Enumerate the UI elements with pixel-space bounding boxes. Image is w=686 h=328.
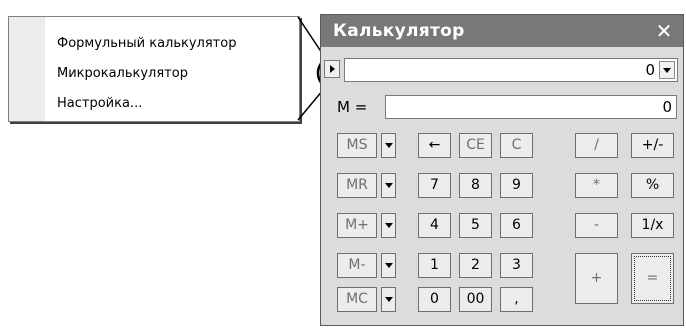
- display-value: 0: [645, 61, 655, 79]
- mr-button[interactable]: MR: [337, 173, 377, 198]
- memory-value: 0: [662, 98, 672, 116]
- memory-field: 0: [385, 95, 677, 119]
- reciprocal-button[interactable]: 1/x: [631, 213, 674, 238]
- digit-8-button[interactable]: 8: [459, 173, 492, 198]
- mc-button[interactable]: MC: [337, 287, 377, 312]
- equals-button[interactable]: =: [631, 253, 674, 304]
- m-plus-button[interactable]: M+: [337, 213, 377, 238]
- display-dropdown-button[interactable]: [659, 61, 675, 79]
- sign-toggle-button[interactable]: +/-: [631, 133, 674, 158]
- digit-6-button[interactable]: 6: [500, 213, 533, 238]
- m-minus-dropdown-button[interactable]: [381, 253, 396, 278]
- c-button[interactable]: C: [500, 133, 533, 158]
- display-row: 0: [324, 57, 680, 87]
- title-bar: Калькулятор ✕: [321, 15, 683, 47]
- ce-button[interactable]: CE: [459, 133, 492, 158]
- ms-dropdown-button[interactable]: [381, 133, 396, 158]
- calculator-window: Калькулятор ✕ 0 M = 0 MS MR M+ M- MC ← C…: [320, 14, 684, 326]
- digit-7-button[interactable]: 7: [418, 173, 451, 198]
- window-title: Калькулятор: [333, 21, 465, 41]
- expand-arrow-button[interactable]: [324, 60, 340, 78]
- decimal-comma-button[interactable]: ,: [500, 287, 533, 312]
- digit-1-button[interactable]: 1: [418, 253, 451, 278]
- add-button[interactable]: +: [575, 253, 618, 304]
- digit-5-button[interactable]: 5: [459, 213, 492, 238]
- m-minus-button[interactable]: M-: [337, 253, 377, 278]
- digit-0-button[interactable]: 0: [418, 287, 451, 312]
- digit-3-button[interactable]: 3: [500, 253, 533, 278]
- mr-dropdown-button[interactable]: [381, 173, 396, 198]
- mc-dropdown-button[interactable]: [381, 287, 396, 312]
- double-zero-button[interactable]: 00: [459, 287, 492, 312]
- digit-4-button[interactable]: 4: [418, 213, 451, 238]
- divide-button[interactable]: /: [575, 133, 618, 158]
- close-icon[interactable]: ✕: [653, 19, 675, 43]
- digit-9-button[interactable]: 9: [500, 173, 533, 198]
- subtract-button[interactable]: -: [575, 213, 618, 238]
- backspace-button[interactable]: ←: [418, 133, 451, 158]
- m-plus-dropdown-button[interactable]: [381, 213, 396, 238]
- ms-button[interactable]: MS: [337, 133, 377, 158]
- digit-2-button[interactable]: 2: [459, 253, 492, 278]
- multiply-button[interactable]: *: [575, 173, 618, 198]
- display-field[interactable]: 0: [344, 58, 678, 82]
- percent-button[interactable]: %: [631, 173, 674, 198]
- memory-label: M =: [337, 98, 368, 116]
